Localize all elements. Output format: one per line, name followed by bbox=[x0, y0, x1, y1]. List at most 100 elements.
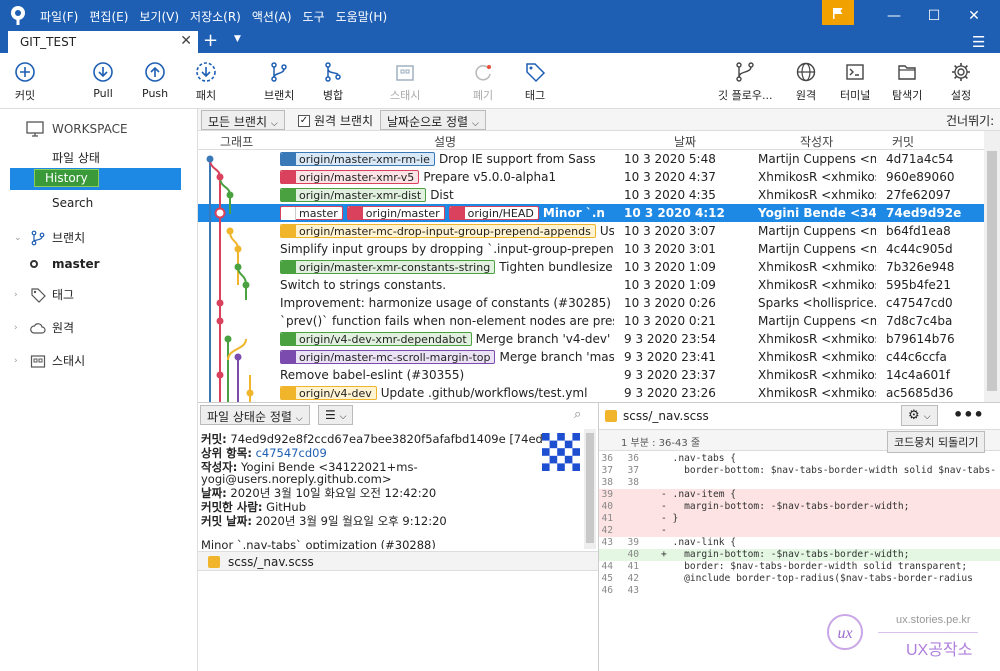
sidebar-item-history[interactable]: History bbox=[10, 168, 181, 190]
close-tab-icon[interactable]: ✕ bbox=[180, 33, 192, 49]
menu-actions[interactable]: 액션(A) bbox=[252, 8, 292, 25]
settings-button[interactable]: 설정 bbox=[950, 61, 972, 103]
branch-label[interactable]: origin/master-xmr-rm-ie bbox=[280, 152, 435, 166]
flag-icon[interactable] bbox=[822, 0, 854, 25]
menu-edit[interactable]: 편집(E) bbox=[89, 8, 128, 25]
remote-button[interactable]: 원격 bbox=[795, 61, 817, 103]
more-options-icon[interactable]: ••• bbox=[953, 405, 984, 424]
file-sort-value: 파일 상태순 정렬 bbox=[207, 410, 292, 424]
sidebar-section-stashes[interactable]: › 스태시 bbox=[14, 352, 85, 369]
revert-hunk-button[interactable]: 코드뭉치 되돌리기 bbox=[887, 431, 986, 453]
table-row[interactable]: origin/master-xmr-rm-ie Drop IE support f… bbox=[198, 150, 984, 168]
stash-button[interactable]: 스태시 bbox=[390, 61, 420, 103]
column-graph[interactable]: 그래프 bbox=[220, 133, 253, 150]
changed-file-row[interactable]: scss/_nav.scss bbox=[198, 551, 598, 571]
diff-line: 39 - .nav-item { bbox=[599, 489, 1000, 501]
remote-branches-checkbox[interactable]: ✓ 원격 브랜치 bbox=[298, 112, 373, 129]
branch-label[interactable]: origin/v4-dev-xmr-dependabot bbox=[280, 332, 472, 346]
table-row[interactable]: origin/master-xmr-dist Dist 10 3 2020 4:35… bbox=[198, 186, 984, 204]
sidebar: WORKSPACE 파일 상태 History Search ⌄ 브랜치 mas… bbox=[0, 109, 198, 671]
sidebar-section-branches[interactable]: ⌄ 브랜치 bbox=[14, 229, 85, 246]
file-sort-select[interactable]: 파일 상태순 정렬 ⌵ bbox=[200, 405, 310, 425]
table-row[interactable]: origin/v4-dev Update .github/workflows/te… bbox=[198, 384, 984, 402]
git-flow-button[interactable]: 깃 플로우... bbox=[718, 61, 772, 103]
column-date[interactable]: 날짜 bbox=[674, 133, 696, 150]
tab-dropdown-icon[interactable]: ▼ bbox=[234, 34, 241, 44]
branch-icon bbox=[31, 230, 45, 245]
patch-button[interactable]: 패치 bbox=[195, 61, 217, 103]
maximize-icon[interactable]: ☐ bbox=[914, 0, 954, 31]
branch-label-text: origin/master-xmr-dist bbox=[299, 188, 422, 202]
tag-button[interactable]: 태그 bbox=[524, 61, 546, 103]
parent-link[interactable]: c47547cd09 bbox=[256, 446, 327, 460]
close-window-icon[interactable]: ✕ bbox=[954, 0, 994, 31]
table-row[interactable]: origin/master-mc-scroll-margin-top Merge … bbox=[198, 348, 984, 366]
diff-options-button[interactable]: ⚙ ⌵ bbox=[901, 405, 938, 426]
scrollbar-thumb[interactable] bbox=[586, 433, 594, 543]
branch-label[interactable]: origin/v4-dev bbox=[280, 386, 377, 400]
column-description[interactable]: 설명 bbox=[434, 133, 456, 150]
discard-icon bbox=[475, 65, 491, 81]
table-row[interactable]: Switch to strings constants. 10 3 2020 1:… bbox=[198, 276, 984, 294]
commit-date: 10 3 2020 4:35 bbox=[624, 188, 716, 202]
gear-icon bbox=[952, 63, 970, 81]
branch-label[interactable]: origin/master bbox=[346, 206, 445, 220]
sidebar-item-search[interactable]: Search bbox=[10, 193, 181, 215]
commit-author: XhmikosR <xhmikosr@ bbox=[758, 386, 876, 400]
commit-list-scrollbar[interactable] bbox=[984, 131, 1000, 402]
jump-to-label: 건너뛰기: bbox=[946, 114, 995, 128]
new-tab-icon[interactable]: + bbox=[203, 31, 218, 51]
view-mode-select[interactable]: ☰ ⌵ bbox=[318, 405, 354, 425]
commit-message: Minor `.nav-tabs` optimization (#30288) bbox=[201, 538, 436, 549]
branch-filter-select[interactable]: 모든 브랜치 ⌵ bbox=[201, 110, 285, 130]
terminal-button[interactable]: 터미널 bbox=[840, 61, 870, 103]
push-button[interactable]: Push bbox=[142, 61, 168, 100]
diff-file-name: scss/_nav.scss bbox=[623, 409, 709, 423]
branch-label[interactable]: origin/master-xmr-v5 bbox=[280, 170, 420, 184]
table-row[interactable]: Remove babel-eslint (#30355) 9 3 2020 23:… bbox=[198, 366, 984, 384]
commit-button[interactable]: 커밋 bbox=[14, 61, 36, 103]
table-row[interactable]: origin/master-xmr-v5 Prepare v5.0.0-alpha… bbox=[198, 168, 984, 186]
minimize-icon[interactable]: — bbox=[874, 0, 914, 31]
branch-button[interactable]: 브랜치 bbox=[264, 61, 294, 103]
menu-view[interactable]: 보기(V) bbox=[139, 8, 179, 25]
commit-author: XhmikosR <xhmikosr@ bbox=[758, 368, 876, 382]
branch-label[interactable]: origin/master-xmr-dist bbox=[280, 188, 427, 202]
column-commit[interactable]: 커밋 bbox=[892, 133, 914, 150]
terminal-icon bbox=[846, 64, 864, 80]
branch-label[interactable]: origin/master-xmr-constants-string bbox=[280, 260, 496, 274]
pull-button[interactable]: Pull bbox=[92, 61, 114, 100]
branch-label[interactable]: origin/master-mc-drop-input-group-prepen… bbox=[280, 224, 596, 238]
scrollbar-thumb[interactable] bbox=[987, 151, 997, 391]
search-icon[interactable]: ⌕ bbox=[574, 407, 581, 422]
menu-repository[interactable]: 저장소(R) bbox=[190, 8, 241, 25]
discard-button[interactable]: 폐기 bbox=[472, 61, 494, 103]
sidebar-section-tags[interactable]: › 태그 bbox=[14, 286, 74, 303]
table-row[interactable]: Simplify input groups by dropping `.inpu… bbox=[198, 240, 984, 258]
repo-tab[interactable]: GIT_TEST ✕ bbox=[8, 31, 198, 53]
branch-label[interactable]: origin/HEAD bbox=[448, 206, 539, 220]
menu-help[interactable]: 도움말(H) bbox=[336, 8, 388, 25]
branch-label[interactable]: master bbox=[280, 206, 343, 220]
menu-file[interactable]: 파일(F) bbox=[40, 8, 78, 25]
table-row[interactable]: master origin/master origin/HEAD Minor `.n 1… bbox=[198, 204, 984, 222]
new-line-number: 42 bbox=[627, 573, 639, 584]
table-row[interactable]: origin/master-mc-drop-input-group-prepen… bbox=[198, 222, 984, 240]
old-line-number: 42 bbox=[601, 525, 613, 536]
branch-label[interactable]: origin/master-mc-scroll-margin-top bbox=[280, 350, 496, 364]
table-row[interactable]: Improvement: harmonize usage of constant… bbox=[198, 294, 984, 312]
table-row[interactable]: `prev()` function fails when non-element… bbox=[198, 312, 984, 330]
explorer-button[interactable]: 탐색기 bbox=[892, 61, 922, 103]
table-row[interactable]: origin/v4-dev-xmr-dependabot Merge branch… bbox=[198, 330, 984, 348]
branch-master[interactable]: master bbox=[30, 257, 100, 271]
sidebar-item-file-status[interactable]: 파일 상태 bbox=[10, 146, 181, 168]
commit-description: Switch to strings constants. bbox=[280, 278, 614, 292]
hamburger-menu-icon[interactable]: ☰ bbox=[972, 33, 985, 51]
merge-button[interactable]: 병합 bbox=[322, 61, 344, 103]
column-author[interactable]: 작성자 bbox=[800, 133, 833, 150]
sort-select[interactable]: 날짜순으로 정렬 ⌵ bbox=[380, 110, 486, 130]
menu-tools[interactable]: 도구 bbox=[303, 8, 325, 25]
table-row[interactable]: origin/master-xmr-constants-string Tighte… bbox=[198, 258, 984, 276]
details-scrollbar[interactable] bbox=[584, 429, 596, 549]
sidebar-section-remotes[interactable]: › 원격 bbox=[14, 319, 74, 336]
